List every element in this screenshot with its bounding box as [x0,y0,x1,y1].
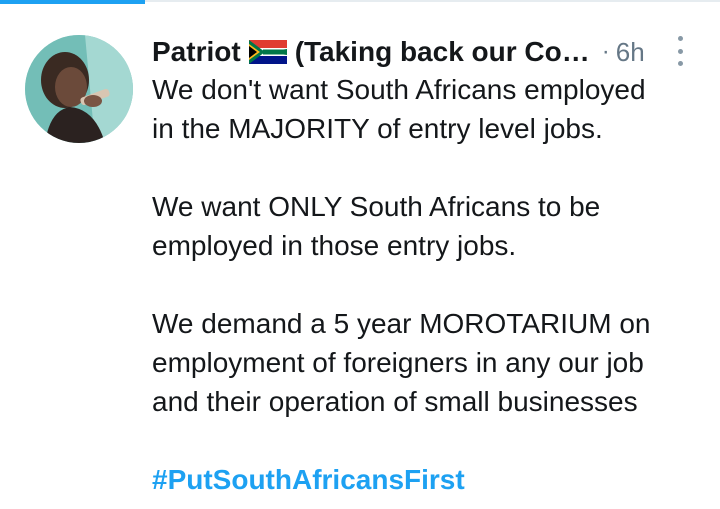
south-africa-flag-icon [248,40,287,64]
meta-separator: · [601,38,610,65]
tweet-line: employed in those entry jobs. [152,230,517,261]
tweet-line: We demand a 5 year MOROTARIUM on [152,308,651,339]
tweet-line: and their operation of small businesses [152,386,638,417]
tweet-header: Patriot (Taking back our Co… · 6h [152,32,712,72]
author-name[interactable]: Patriot (Taking back our Co… [152,36,590,68]
more-options-icon[interactable] [675,36,685,66]
avatar[interactable] [25,35,133,143]
avatar-image [25,35,133,143]
author-name-text[interactable]: Patriot [152,36,241,68]
hashtag-link[interactable]: #PutSouthAfricansFirst [152,460,717,499]
tweet-line: in the MAJORITY of entry level jobs. [152,113,603,144]
tweet-timestamp[interactable]: 6h [616,37,645,68]
tweet-line: employment of foreigners in any our job [152,347,644,378]
tweet-line: We don't want South Africans employed [152,74,646,105]
tweet-text: We don't want South Africans employed in… [152,70,717,499]
author-name-suffix[interactable]: (Taking back our Co… [295,36,590,68]
top-progress-bar [0,0,145,4]
tweet-line: We want ONLY South Africans to be [152,191,601,222]
